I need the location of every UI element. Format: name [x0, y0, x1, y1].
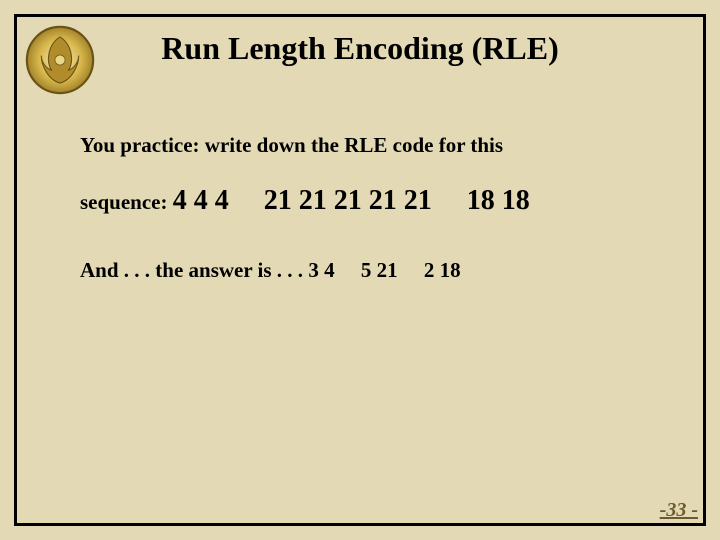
- page-number: -33 -: [660, 499, 698, 522]
- slide: Run Length Encoding (RLE) You practice: …: [0, 0, 720, 540]
- slide-title: Run Length Encoding (RLE): [0, 30, 720, 67]
- answer-prefix: And . . . the answer is . . .: [80, 258, 308, 282]
- answer-line: And . . . the answer is . . . 3 4 5 21 2…: [80, 255, 670, 287]
- sequence-line: sequence: 4 4 4 21 21 21 21 21 18 18: [80, 180, 670, 222]
- answer-values: 3 4 5 21 2 18: [308, 258, 460, 282]
- practice-prompt: You practice: write down the RLE code fo…: [80, 130, 670, 162]
- sequence-label: sequence:: [80, 190, 173, 214]
- sequence-numbers: 4 4 4 21 21 21 21 21 18 18: [173, 185, 530, 216]
